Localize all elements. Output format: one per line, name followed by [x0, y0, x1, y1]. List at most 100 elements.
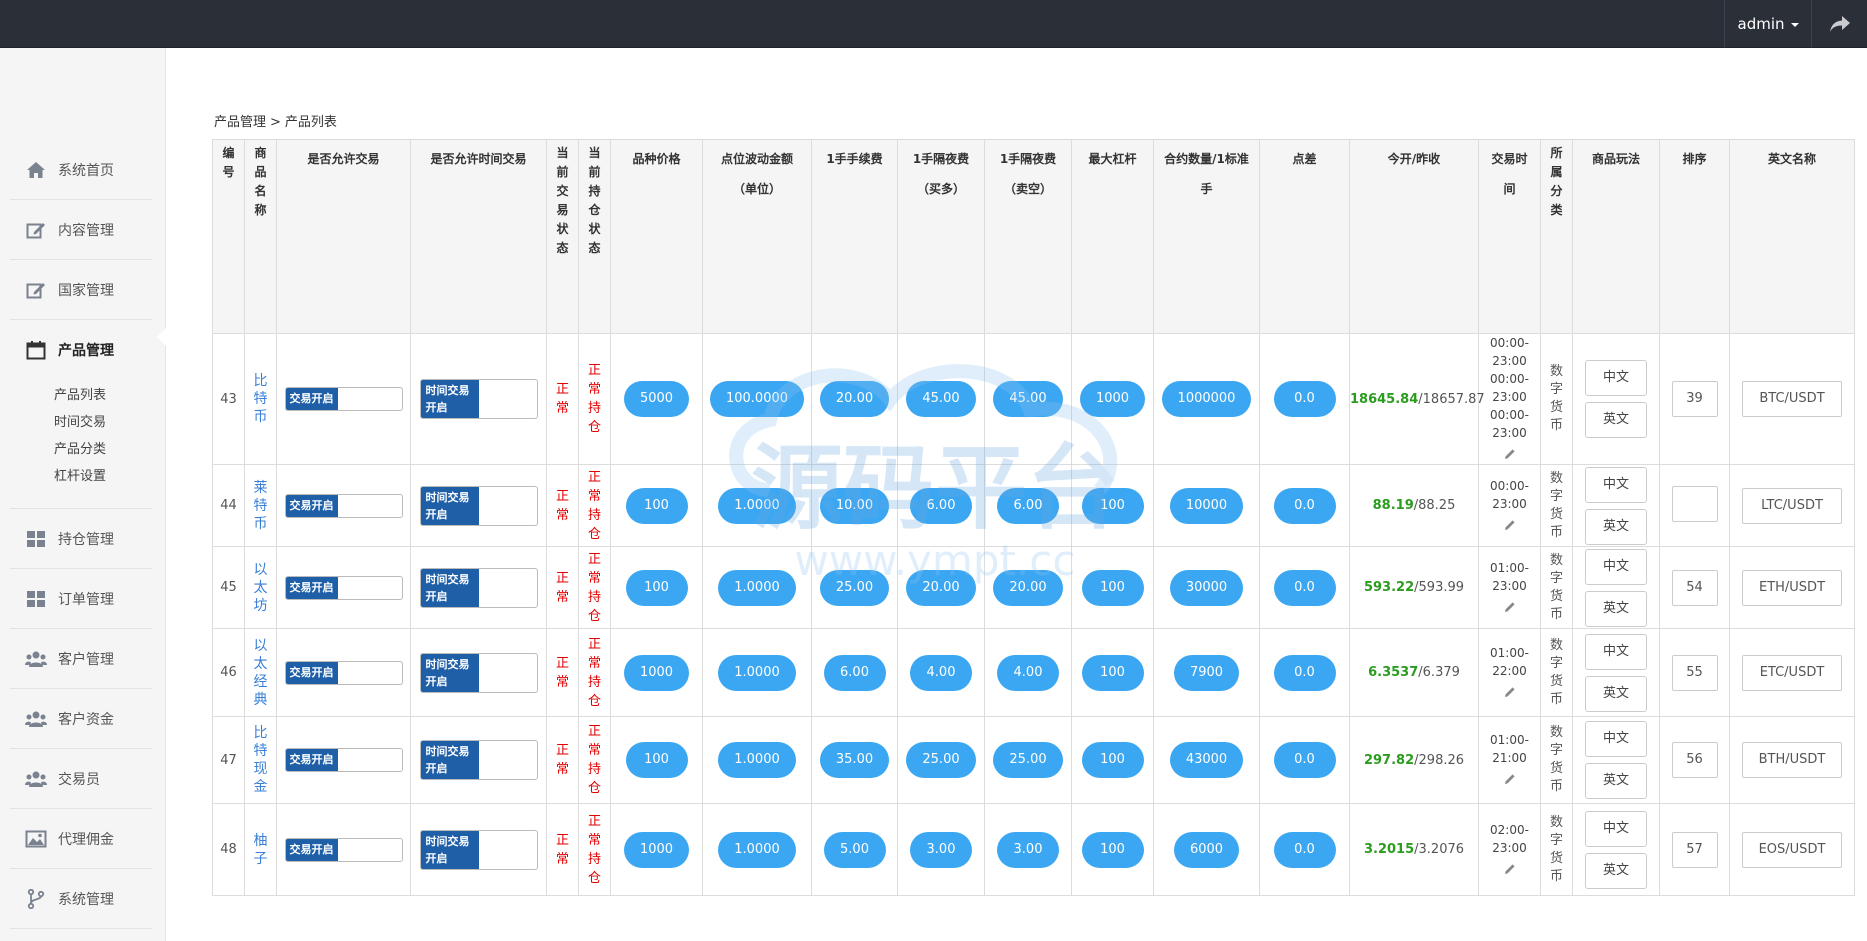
sidebar-item-product[interactable]: 产品管理: [10, 320, 152, 380]
product-name-link[interactable]: 以太经典: [254, 637, 268, 709]
sort-input[interactable]: 55: [1671, 654, 1718, 691]
sidebar-item-customer-funds[interactable]: 客户资金: [10, 689, 152, 749]
contract-qty-pill[interactable]: 10000: [1169, 487, 1244, 524]
english-button[interactable]: 英文: [1585, 852, 1647, 889]
time-trade-toggle[interactable]: 时间交易开启: [419, 485, 538, 526]
wave-pill[interactable]: 1.0000: [718, 654, 796, 691]
pencil-icon[interactable]: [1504, 686, 1516, 698]
fee-pill[interactable]: 25.00: [819, 569, 890, 606]
chinese-button[interactable]: 中文: [1585, 360, 1647, 396]
overnight-sell-pill[interactable]: 4.00: [997, 654, 1059, 691]
admin-menu[interactable]: admin: [1724, 0, 1812, 48]
sidebar-item-content[interactable]: 内容管理: [10, 200, 152, 260]
time-trade-toggle[interactable]: 时间交易开启: [419, 652, 538, 693]
fee-pill[interactable]: 35.00: [819, 742, 890, 778]
price-pill[interactable]: 100: [625, 742, 688, 778]
sidebar-item-position[interactable]: 持仓管理: [10, 509, 152, 569]
leverage-pill[interactable]: 100: [1081, 569, 1144, 606]
chinese-button[interactable]: 中文: [1585, 466, 1647, 503]
overnight-buy-pill[interactable]: 4.00: [910, 654, 972, 691]
overnight-buy-pill[interactable]: 20.00: [906, 569, 976, 606]
english-name-input[interactable]: ETH/USDT: [1742, 569, 1842, 606]
submenu-item-product-list[interactable]: 产品列表: [54, 382, 152, 409]
wave-pill[interactable]: 100.0000: [709, 381, 805, 417]
overnight-buy-pill[interactable]: 45.00: [906, 381, 976, 417]
trade-toggle[interactable]: 交易开启: [284, 493, 403, 518]
overnight-buy-pill[interactable]: 25.00: [906, 742, 976, 778]
overnight-sell-pill[interactable]: 25.00: [993, 742, 1063, 778]
overnight-sell-pill[interactable]: 20.00: [993, 569, 1063, 606]
wave-pill[interactable]: 1.0000: [718, 487, 796, 524]
english-name-input[interactable]: LTC/USDT: [1742, 487, 1842, 524]
english-button[interactable]: 英文: [1585, 590, 1647, 627]
sort-input[interactable]: 54: [1671, 569, 1718, 606]
sidebar-item-customer[interactable]: 客户管理: [10, 629, 152, 689]
sort-input[interactable]: 39: [1671, 381, 1718, 417]
wave-pill[interactable]: 1.0000: [718, 742, 796, 778]
contract-qty-pill[interactable]: 30000: [1169, 569, 1244, 606]
overnight-buy-pill[interactable]: 3.00: [910, 831, 972, 868]
time-trade-toggle[interactable]: 时间交易开启: [419, 829, 538, 870]
sidebar-item-country[interactable]: 国家管理: [10, 260, 152, 320]
trade-toggle[interactable]: 交易开启: [284, 660, 403, 685]
spread-pill[interactable]: 0.0: [1273, 831, 1336, 868]
sort-input[interactable]: 57: [1671, 831, 1718, 868]
english-name-input[interactable]: EOS/USDT: [1742, 831, 1842, 868]
english-name-input[interactable]: BTH/USDT: [1742, 742, 1842, 778]
contract-qty-pill[interactable]: 43000: [1169, 742, 1244, 778]
share-button[interactable]: [1812, 0, 1867, 48]
time-trade-toggle[interactable]: 时间交易开启: [419, 567, 538, 608]
sidebar-item-trader[interactable]: 交易员: [10, 749, 152, 809]
sidebar-item-order[interactable]: 订单管理: [10, 569, 152, 629]
sidebar-item-home[interactable]: 系统首页: [10, 140, 152, 200]
price-pill[interactable]: 100: [625, 487, 688, 524]
price-pill[interactable]: 100: [625, 569, 688, 606]
leverage-pill[interactable]: 1000: [1079, 381, 1146, 417]
sort-input[interactable]: [1671, 485, 1718, 522]
contract-qty-pill[interactable]: 7900: [1173, 654, 1240, 691]
chinese-button[interactable]: 中文: [1585, 810, 1647, 847]
leverage-pill[interactable]: 100: [1081, 742, 1144, 778]
spread-pill[interactable]: 0.0: [1273, 654, 1336, 691]
contract-qty-pill[interactable]: 1000000: [1161, 381, 1252, 417]
sort-input[interactable]: 56: [1671, 742, 1718, 778]
fee-pill[interactable]: 20.00: [819, 381, 890, 417]
english-button[interactable]: 英文: [1585, 402, 1647, 438]
product-name-link[interactable]: 以太坊: [254, 561, 268, 615]
chinese-button[interactable]: 中文: [1585, 548, 1647, 585]
overnight-sell-pill[interactable]: 3.00: [997, 831, 1059, 868]
sidebar-item-system[interactable]: 系统管理: [10, 869, 152, 929]
trade-toggle[interactable]: 交易开启: [284, 387, 403, 411]
spread-pill[interactable]: 0.0: [1273, 487, 1336, 524]
breadcrumb-parent[interactable]: 产品管理: [214, 115, 266, 130]
pencil-icon[interactable]: [1504, 773, 1516, 785]
leverage-pill[interactable]: 100: [1081, 831, 1144, 868]
fee-pill[interactable]: 6.00: [823, 654, 886, 691]
chinese-button[interactable]: 中文: [1585, 721, 1647, 757]
submenu-item-product-category[interactable]: 产品分类: [54, 436, 152, 463]
english-button[interactable]: 英文: [1585, 508, 1647, 545]
overnight-sell-pill[interactable]: 45.00: [993, 381, 1063, 417]
english-name-input[interactable]: BTC/USDT: [1742, 381, 1842, 417]
fee-pill[interactable]: 5.00: [823, 831, 886, 868]
trade-toggle[interactable]: 交易开启: [284, 575, 403, 600]
leverage-pill[interactable]: 100: [1081, 654, 1144, 691]
trade-toggle[interactable]: 交易开启: [284, 748, 403, 772]
english-button[interactable]: 英文: [1585, 763, 1647, 799]
trade-toggle[interactable]: 交易开启: [284, 837, 403, 862]
english-button[interactable]: 英文: [1585, 675, 1647, 712]
spread-pill[interactable]: 0.0: [1273, 742, 1336, 778]
time-trade-toggle[interactable]: 时间交易开启: [419, 740, 538, 780]
price-pill[interactable]: 1000: [623, 831, 690, 868]
product-name-link[interactable]: 比特币: [254, 372, 268, 426]
product-name-link[interactable]: 莱特币: [254, 479, 268, 533]
english-name-input[interactable]: ETC/USDT: [1742, 654, 1842, 691]
product-name-link[interactable]: 比特现金: [254, 724, 268, 796]
overnight-buy-pill[interactable]: 6.00: [910, 487, 972, 524]
sidebar-item-agent-commission[interactable]: 代理佣金: [10, 809, 152, 869]
spread-pill[interactable]: 0.0: [1273, 381, 1336, 417]
spread-pill[interactable]: 0.0: [1273, 569, 1336, 606]
price-pill[interactable]: 5000: [623, 381, 690, 417]
leverage-pill[interactable]: 100: [1081, 487, 1144, 524]
fee-pill[interactable]: 10.00: [819, 487, 890, 524]
